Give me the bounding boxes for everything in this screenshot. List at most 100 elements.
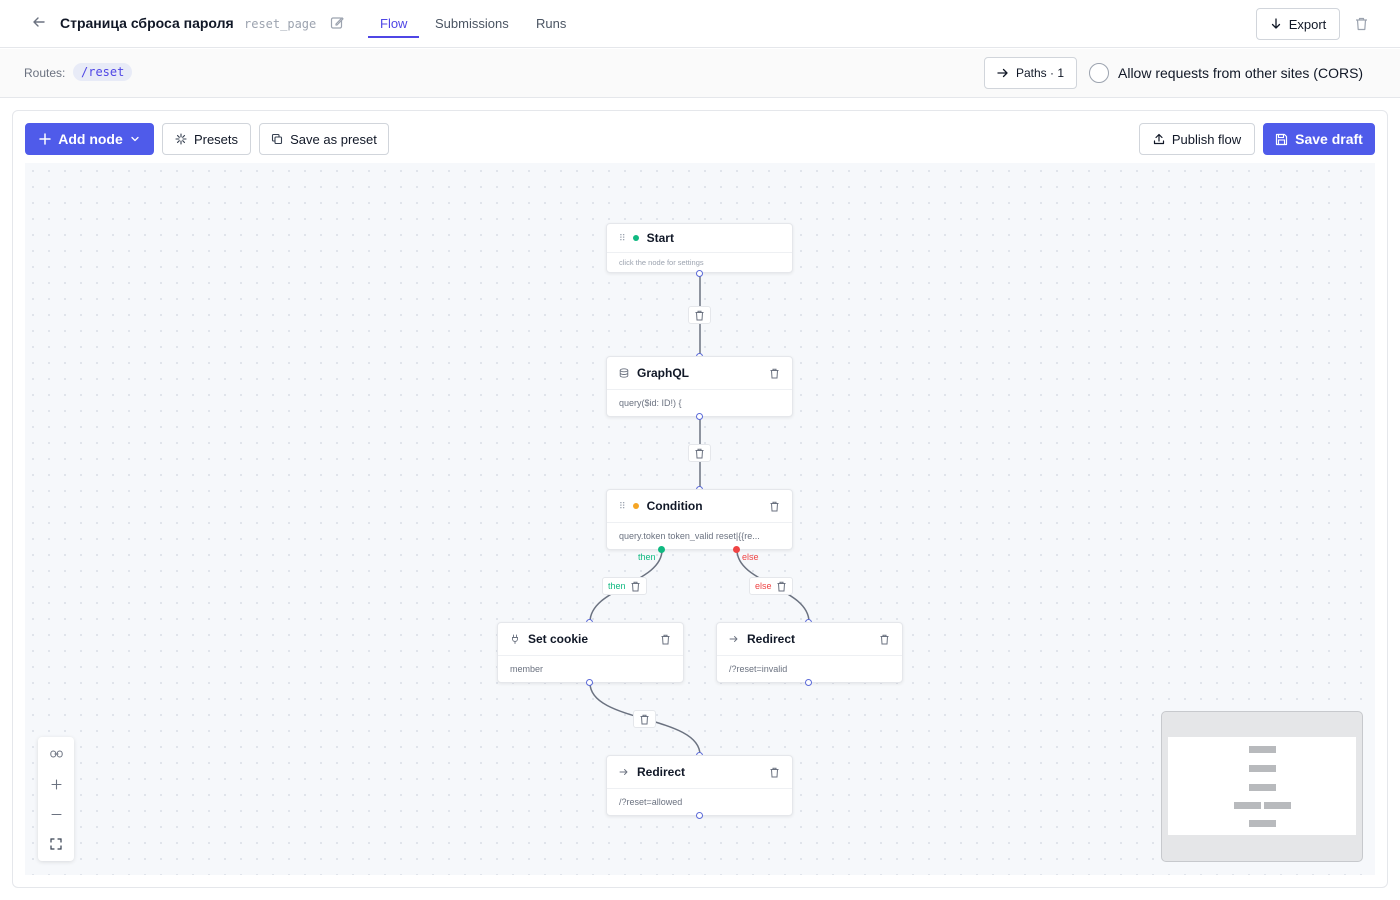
fit-view-icon[interactable] [38,829,74,859]
else-edge-delete-button[interactable]: else [749,577,793,595]
trash-icon[interactable] [879,634,890,645]
node-graphql[interactable]: GraphQL query($id: ID!) { [606,356,793,417]
output-handle[interactable] [696,413,703,420]
zoom-out-icon[interactable] [38,799,74,829]
minimap[interactable] [1161,711,1363,862]
save-as-preset-label: Save as preset [290,131,377,147]
minimap-node [1264,802,1291,809]
node-summary: member [510,664,544,674]
node-set-cookie[interactable]: Set cookie member [497,622,684,683]
edge-delete-button[interactable] [633,710,656,728]
node-hint: click the node for settings [619,258,704,267]
add-node-label: Add node [58,131,123,147]
trash-icon[interactable] [769,767,780,778]
plus-icon [50,778,62,790]
trash-icon [777,581,786,591]
node-redirect-invalid[interactable]: Redirect /?reset=invalid [716,622,903,683]
output-handle[interactable] [696,270,703,277]
arrow-right-icon [729,636,738,642]
back-arrow-icon-svg [33,17,45,27]
node-redirect-allowed[interactable]: Redirect /?reset=allowed [606,755,793,816]
zoom-in-icon[interactable] [38,769,74,799]
trash-icon[interactable] [769,368,780,379]
grip-icon[interactable]: ⠿ [619,233,626,244]
node-condition[interactable]: ⠿ Condition query.token token_valid rese… [606,489,793,550]
active-tab-indicator [368,36,419,38]
then-handle[interactable] [658,546,665,553]
page-slug: reset_page [244,17,317,31]
then-edge-delete-button[interactable]: then [602,577,647,595]
trash-icon [695,448,704,458]
arrow-right-icon [997,68,1008,78]
arrow-right-icon [619,769,628,775]
page-title: Страница сброса пароля [60,15,234,31]
output-handle[interactable] [805,679,812,686]
routes-label: Routes: [24,66,66,80]
trash-icon [695,310,704,320]
node-title: GraphQL [637,366,690,380]
edge-delete-button[interactable] [688,306,711,324]
sparkle-icon [175,133,187,145]
node-summary: /?reset=invalid [729,664,788,674]
publish-flow-label: Publish flow [1171,131,1242,147]
status-dot [632,503,639,509]
add-node-button[interactable]: Add node [25,123,154,155]
upload-icon [1153,133,1164,145]
database-icon [619,368,629,378]
presets-button[interactable]: Presets [162,123,251,155]
minimap-node [1249,746,1276,753]
node-summary: query.token token_valid reset|{{re... [619,531,760,541]
routes-bar: Routes: /reset Paths · 1 Allow requests … [0,49,1400,98]
cookie-icon [512,634,518,644]
trash-icon [631,581,640,591]
else-handle[interactable] [733,546,740,553]
trash-icon [1356,17,1367,31]
node-title: Start [646,231,674,245]
else-label: else [742,552,759,562]
node-summary: /?reset=allowed [619,797,683,807]
tab-submissions[interactable]: Submissions [435,16,509,31]
tab-flow[interactable]: Flow [380,16,407,31]
node-title: Condition [646,499,703,513]
output-handle[interactable] [586,679,593,686]
status-dot [632,235,639,241]
expand-icon [50,838,62,850]
save-draft-button[interactable]: Save draft [1263,123,1375,155]
delete-page-icon[interactable] [1355,17,1368,36]
save-as-preset-button[interactable]: Save as preset [259,123,389,155]
cors-toggle[interactable] [1089,63,1109,83]
back-arrow-icon[interactable] [30,15,48,33]
grip-icon[interactable]: ⠿ [619,501,626,512]
paths-button[interactable]: Paths · 1 [984,57,1077,89]
export-button[interactable]: Export [1256,8,1340,40]
presets-label: Presets [193,131,239,147]
chevron-down-icon [131,136,139,142]
tab-runs[interactable]: Runs [536,16,566,31]
node-summary: query($id: ID!) { [619,398,682,408]
paths-label: Paths · 1 [1015,66,1065,80]
node-title: Redirect [747,632,796,646]
publish-flow-button[interactable]: Publish flow [1139,123,1255,155]
node-title: Redirect [637,765,686,779]
trash-icon[interactable] [769,501,780,512]
minimap-node [1249,765,1276,772]
floppy-disk-icon [1276,133,1288,145]
plus-icon [39,133,51,145]
minimap-node [1249,820,1276,827]
export-label: Export [1288,16,1327,32]
node-start[interactable]: ⠿ Start click the node for settings [606,223,793,273]
output-handle[interactable] [696,812,703,819]
download-arrow-icon [1271,18,1280,29]
edit-title-icon[interactable] [330,16,346,32]
cors-label: Allow requests from other sites (CORS) [1118,65,1364,81]
edge-delete-button[interactable] [688,444,711,462]
trash-icon[interactable] [660,634,671,645]
link-icon[interactable] [38,739,74,769]
minimap-node [1234,802,1261,809]
then-label: then [638,552,656,562]
minimap-node [1249,784,1276,791]
top-bar: Страница сброса пароля reset_page Flow S… [0,0,1400,48]
link-icon-svg [49,750,63,758]
route-chip[interactable]: /reset [73,63,133,81]
save-draft-label: Save draft [1295,131,1363,147]
